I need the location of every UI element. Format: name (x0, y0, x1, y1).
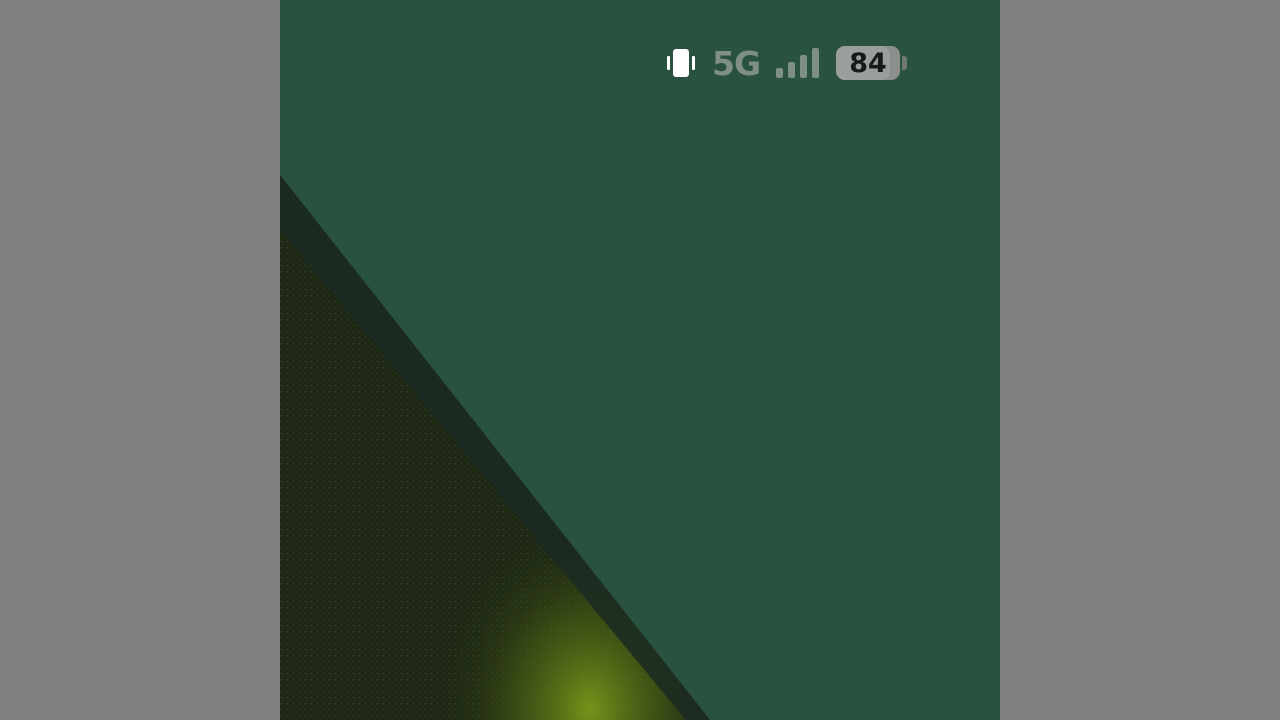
cellular-signal-icon (776, 48, 820, 78)
wallpaper-image (280, 175, 710, 720)
battery-icon: 84 (836, 46, 901, 80)
battery-level: 84 (849, 47, 887, 79)
network-type-label: 5G (712, 43, 761, 83)
battery-tip (902, 56, 908, 70)
vibrate-icon (667, 49, 695, 77)
screen-letterbox: 5G 84 (0, 0, 1280, 720)
phone-screen: 5G 84 (280, 0, 1000, 720)
status-bar: 5G 84 (664, 42, 908, 84)
